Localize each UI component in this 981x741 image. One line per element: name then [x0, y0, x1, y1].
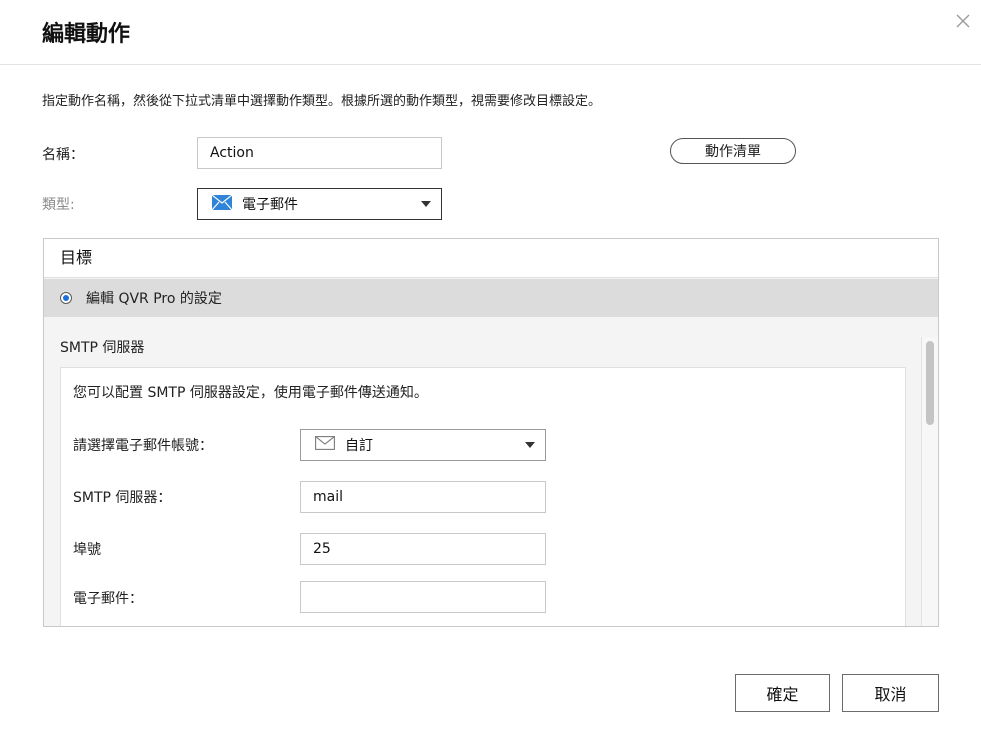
radio-label: 編輯 QVR Pro 的設定	[86, 291, 222, 307]
scrollbar-thumb[interactable]	[926, 341, 934, 425]
email-input[interactable]	[300, 581, 546, 613]
email-account-label: 請選擇電子郵件帳號：	[73, 438, 213, 454]
smtp-intro-text: 您可以配置 SMTP 伺服器設定，使用電子郵件傳送通知。	[73, 385, 428, 401]
edit-action-dialog: 編輯動作 指定動作名稱，然後從下拉式清單中選擇動作類型。根據所選的動作類型，視需…	[0, 0, 981, 741]
mail-icon	[211, 194, 233, 214]
smtp-server-label: SMTP 伺服器：	[73, 490, 172, 506]
edit-qvr-settings-option[interactable]: 編輯 QVR Pro 的設定	[44, 279, 938, 317]
dialog-header: 編輯動作	[0, 0, 981, 65]
mail-outline-icon	[315, 436, 335, 454]
port-input[interactable]	[300, 533, 546, 565]
type-select[interactable]: 電子郵件	[197, 188, 442, 220]
name-input[interactable]	[197, 137, 442, 169]
action-list-button[interactable]: 動作清單	[670, 138, 796, 164]
cancel-button[interactable]: 取消	[842, 674, 939, 712]
scrollbar[interactable]	[921, 337, 938, 626]
smtp-section-title: SMTP 伺服器	[60, 340, 145, 356]
close-icon[interactable]	[953, 11, 973, 31]
email-account-value: 自訂	[345, 438, 373, 454]
smtp-server-input[interactable]	[300, 481, 546, 513]
target-panel: 目標 編輯 QVR Pro 的設定 SMTP 伺服器 您可以配置 SMTP 伺服…	[43, 238, 939, 627]
name-label: 名稱：	[42, 147, 84, 163]
chevron-down-icon	[421, 201, 431, 207]
port-label: 埠號	[73, 542, 101, 558]
dialog-description: 指定動作名稱，然後從下拉式清單中選擇動作類型。根據所選的動作類型，視需要修改目標…	[42, 94, 602, 109]
email-label: 電子郵件：	[73, 591, 143, 607]
chevron-down-icon	[525, 442, 535, 448]
radio-selected[interactable]	[60, 292, 72, 304]
dialog-title: 編輯動作	[42, 22, 131, 47]
email-account-select[interactable]: 自訂	[300, 429, 546, 461]
target-heading: 目標	[44, 239, 938, 278]
type-select-value: 電子郵件	[242, 197, 298, 213]
smtp-settings-box: 您可以配置 SMTP 伺服器設定，使用電子郵件傳送通知。 請選擇電子郵件帳號： …	[60, 367, 906, 626]
type-label: 類型:	[42, 197, 75, 213]
ok-button[interactable]: 確定	[735, 674, 830, 712]
